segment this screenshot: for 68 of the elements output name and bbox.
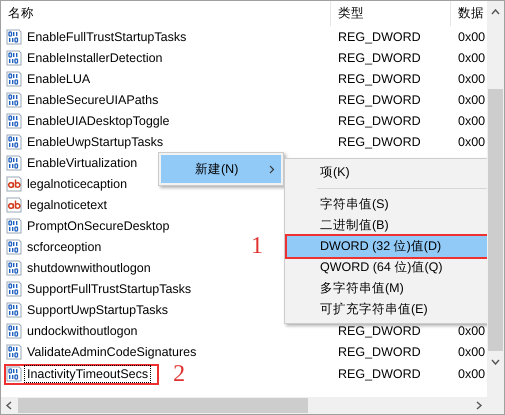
value-name[interactable]: EnableLUA <box>24 70 94 88</box>
scroll-thumb[interactable] <box>18 398 308 413</box>
binary-value-icon <box>6 260 22 276</box>
binary-value-icon <box>6 238 22 254</box>
binary-value-icon <box>6 154 22 170</box>
table-cell-text: 0x00 <box>457 92 486 106</box>
menu-item[interactable]: 多字符串值(M) <box>287 278 487 299</box>
vertical-scrollbar[interactable] <box>487 1 504 397</box>
value-name[interactable]: scforceoption <box>24 238 104 256</box>
table-cell-text: 0x00 <box>457 134 486 148</box>
binary-value-icon <box>6 70 22 86</box>
value-name[interactable]: SupportUwpStartupTasks <box>24 300 172 318</box>
binary-value-icon <box>6 28 22 44</box>
value-name[interactable]: InactivityTimeoutSecs <box>24 365 152 383</box>
menu-item[interactable]: QWORD (64 位)值(Q) <box>287 257 487 278</box>
value-name[interactable]: PromptOnSecureDesktop <box>24 216 172 234</box>
value-name[interactable]: EnableInstallerDetection <box>24 48 166 66</box>
menu-item[interactable]: 可扩充字符串值(E) <box>287 299 487 320</box>
value-name[interactable]: shutdownwithoutlogon <box>24 258 154 276</box>
value-name[interactable]: EnableFullTrustStartupTasks <box>24 28 190 46</box>
table-cell-text: 0x00 <box>457 367 486 381</box>
binary-value-icon <box>6 280 22 296</box>
value-name[interactable]: ValidateAdminCodeSignatures <box>24 342 200 360</box>
value-name[interactable]: EnableUwpStartupTasks <box>24 132 166 150</box>
string-value-icon <box>6 176 22 192</box>
table-cell-text: REG_DWORD <box>337 50 422 64</box>
menu-item[interactable]: 二进制值(B) <box>287 215 487 236</box>
menu-item[interactable]: 字符串值(S) <box>287 194 487 215</box>
table-cell-text: REG_DWORD <box>337 367 422 381</box>
table-cell-text: 0x00 <box>457 344 486 358</box>
binary-value-icon <box>6 366 22 382</box>
horizontal-scrollbar[interactable] <box>1 397 487 414</box>
column-header[interactable]: 类型 <box>331 1 451 26</box>
table-cell-text: 0x00 <box>457 72 486 86</box>
table-cell-text: REG_DWORD <box>337 134 422 148</box>
value-name[interactable]: SupportFullTrustStartupTasks <box>24 280 194 298</box>
scroll-thumb[interactable] <box>488 89 503 351</box>
table-cell-text: 0x00 <box>457 30 486 44</box>
value-name[interactable]: legalnoticecaption <box>24 174 130 192</box>
binary-value-icon <box>6 50 22 66</box>
table-cell-text: REG_DWORD <box>337 324 422 338</box>
binary-value-icon <box>6 134 22 150</box>
binary-value-icon <box>6 322 22 338</box>
binary-value-icon <box>6 344 22 360</box>
value-name[interactable]: legalnoticetext <box>24 196 110 214</box>
step-number: 1 <box>251 234 263 258</box>
binary-value-icon <box>6 218 22 234</box>
step-number: 2 <box>173 362 186 386</box>
value-name[interactable]: EnableUIADesktopToggle <box>24 112 172 130</box>
table-cell-text: REG_DWORD <box>337 72 422 86</box>
table-cell-text: REG_DWORD <box>337 114 422 128</box>
menu-item[interactable]: 项(K) <box>287 162 487 183</box>
table-cell-text: REG_DWORD <box>337 92 422 106</box>
menu-item[interactable]: DWORD (32 位)值(D) <box>287 236 487 257</box>
table-cell-text: 0x00 <box>457 324 486 338</box>
table-cell-text: REG_DWORD <box>337 30 422 44</box>
binary-value-icon <box>6 112 22 128</box>
value-name[interactable]: undockwithoutlogon <box>24 322 140 340</box>
column-header[interactable]: 名称 <box>1 1 331 26</box>
value-name[interactable]: EnableSecureUIAPaths <box>24 90 162 108</box>
string-value-icon <box>6 196 22 212</box>
table-cell-text: REG_DWORD <box>337 344 422 358</box>
binary-value-icon <box>6 92 22 108</box>
table-cell-text: 0x00 <box>457 114 486 128</box>
menu-item[interactable]: 新建(N) <box>161 155 281 183</box>
binary-value-icon <box>6 302 22 318</box>
table-cell-text: 0x00 <box>457 50 486 64</box>
value-name[interactable]: EnableVirtualization <box>24 154 140 172</box>
